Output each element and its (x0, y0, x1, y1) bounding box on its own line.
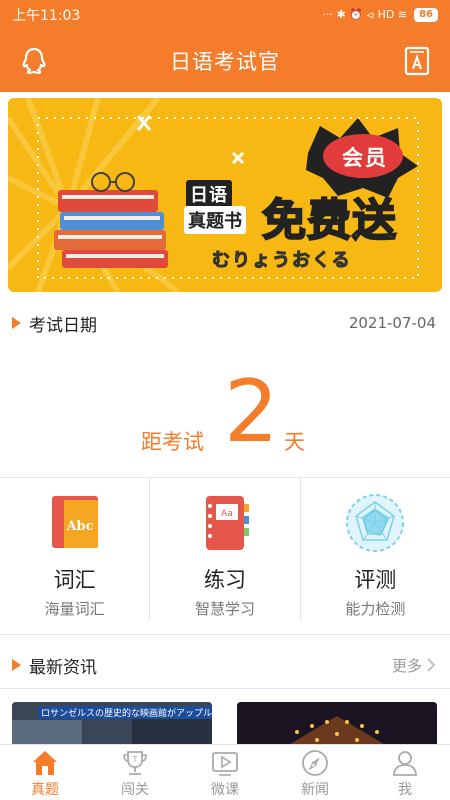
svg-text:T: T (132, 755, 138, 764)
compass-icon (302, 750, 328, 776)
section-marker-icon (12, 317, 21, 329)
more-news-link[interactable]: 更多 (392, 655, 436, 676)
radar-chart-icon (346, 494, 405, 552)
countdown-number: 2 (224, 362, 279, 462)
vocabulary-book-icon: Abc (51, 496, 98, 548)
banner-vip-badge: 会员 (342, 146, 388, 170)
battery-icon: 86 (414, 8, 438, 22)
feature-subtitle: 海量词汇 (44, 600, 105, 618)
bottom-nav: 真题 T 闯关 微课 新闻 我 (0, 744, 450, 800)
news-section-header: 最新资讯 更多 (0, 648, 450, 682)
news-image (237, 702, 437, 744)
exam-date-row: 考试日期 2021-07-04 (0, 306, 450, 340)
nav-item-lessons[interactable]: 微课 (180, 745, 270, 800)
status-bar: 上午11:03 ··· ✱ ⏰ ⏿ HD ≋ 86 (0, 0, 450, 30)
feature-subtitle: 能力检测 (345, 600, 406, 618)
qq-icon[interactable] (18, 45, 50, 77)
divider (0, 634, 450, 635)
nav-item-me[interactable]: 我 (360, 745, 450, 800)
feature-title: 词汇 (53, 568, 96, 592)
feature-title: 评测 (354, 568, 397, 592)
exam-date-label: 考试日期 (29, 315, 97, 336)
divider (0, 688, 450, 689)
feature-vocabulary[interactable]: Abc 词汇 海量词汇 (0, 478, 149, 620)
practice-icon-text: Aa (221, 509, 233, 519)
nav-label: 我 (398, 782, 412, 798)
user-icon (393, 751, 417, 776)
vocabulary-icon-text: Abc (65, 519, 93, 534)
status-icons: ··· ✱ ⏰ ⏿ HD ≋ (322, 8, 408, 21)
promo-banner[interactable]: 会员 日语 真题书 免费送 むりょうおくる (8, 98, 442, 292)
chevron-right-icon (427, 658, 436, 672)
dictionary-icon[interactable] (404, 46, 430, 76)
feature-grid: Abc 词汇 海量词汇 Aa 练习 智慧学习 评测 能力检测 (0, 478, 450, 620)
nav-label: 微课 (211, 782, 239, 798)
countdown-suffix: 天 (284, 430, 305, 454)
nav-label: 真题 (31, 782, 59, 798)
countdown-prefix: 距考试 (141, 430, 204, 454)
banner-kana: むりょうおくる (212, 250, 352, 272)
banner-label-japanese: 日语 (186, 180, 232, 208)
home-icon (33, 751, 57, 775)
app-header: 日语考试官 (0, 30, 450, 92)
exam-date-value[interactable]: 2021-07-04 (349, 314, 436, 332)
feature-subtitle: 智慧学习 (194, 600, 255, 618)
more-label: 更多 (391, 656, 422, 675)
feature-title: 练习 (203, 568, 246, 592)
trophy-icon: T (123, 751, 147, 775)
nav-item-news[interactable]: 新闻 (270, 745, 360, 800)
banner-headline: 免费送 (261, 194, 397, 247)
news-list: ロサンゼルスの歴史的な映画館がアップル新店舗に (0, 698, 450, 744)
nav-item-challenge[interactable]: T 闯关 (90, 745, 180, 800)
exam-countdown: 距考试 2 天 (0, 360, 450, 470)
news-thumbnail[interactable] (237, 702, 437, 744)
status-time: 上午11:03 (12, 8, 81, 24)
play-icon (212, 752, 238, 776)
nav-item-home[interactable]: 真题 (0, 745, 90, 800)
status-indicators: ··· ✱ ⏰ ⏿ HD ≋ 86 (323, 8, 438, 22)
banner-label-book: 真题书 (184, 206, 246, 234)
page-title: 日语考试官 (170, 50, 280, 74)
news-thumbnail[interactable]: ロサンゼルスの歴史的な映画館がアップル新店舗に (12, 702, 212, 744)
nav-label: 闯关 (121, 782, 149, 798)
news-caption: ロサンゼルスの歴史的な映画館がアップル新店舗に (38, 706, 212, 719)
news-label: 最新资讯 (29, 657, 97, 678)
practice-notebook-icon: Aa (205, 496, 249, 550)
section-marker-icon (12, 659, 21, 671)
feature-practice[interactable]: Aa 练习 智慧学习 (149, 478, 299, 620)
feature-assessment[interactable]: 评测 能力检测 (299, 478, 450, 620)
nav-label: 新闻 (301, 782, 329, 798)
